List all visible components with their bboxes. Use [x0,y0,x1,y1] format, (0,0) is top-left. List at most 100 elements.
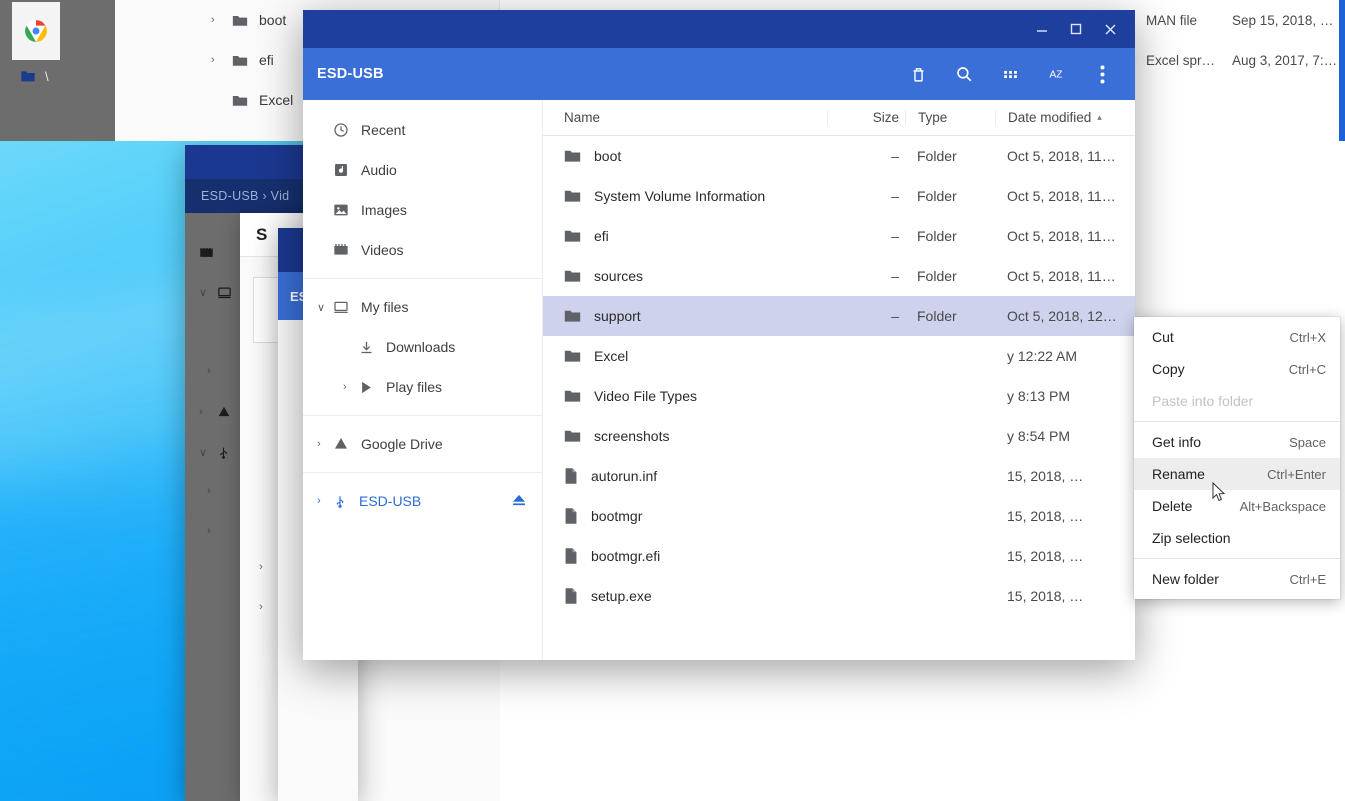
chevron-right-icon[interactable]: › [317,495,321,507]
files-app-window[interactable]: ESD-USB AZ Recent Audio Images Videos ∨ … [303,10,1340,660]
bottom-tree-label: efi [259,52,274,68]
menu-item-delete[interactable]: Delete Alt+Backspace [1134,490,1340,522]
chevron-right-icon: › [199,406,203,418]
sidebar-divider [303,278,542,279]
column-header-date-label: Date modified [1008,110,1092,125]
bg1-sidebar-item[interactable]: ∨ [199,285,232,300]
grid-view-icon[interactable] [997,61,1023,87]
bg1-sidebar-item[interactable]: › [207,365,216,377]
menu-item-label: Delete [1152,498,1193,514]
menu-item-zip-selection[interactable]: Zip selection [1134,522,1340,554]
bottom-taskbar-folder[interactable]: \ [18,68,49,84]
video-icon [199,245,214,260]
chevron-right-icon[interactable]: › [317,438,321,450]
file-date-cell: y 8:54 PM [1007,428,1071,444]
table-row[interactable]: bootmgr 15, 2018, … [543,496,1135,536]
sidebar-item-audio[interactable]: Audio [303,150,542,190]
sidebar-item-play-files[interactable]: › Play files [303,367,542,407]
column-headers: Name Size Type Date modified ▴ [543,100,1135,136]
sidebar-label: My files [361,299,409,315]
volume-title: ESD-USB [317,66,384,82]
menu-item-rename[interactable]: Rename Ctrl+Enter [1134,458,1340,490]
table-row[interactable]: support – Folder Oct 5, 2018, 12… [543,296,1135,336]
table-row[interactable]: efi – Folder Oct 5, 2018, 11… [543,216,1135,256]
sidebar-item-images[interactable]: Images [303,190,542,230]
maximize-button[interactable] [1059,13,1093,45]
search-icon[interactable] [951,61,977,87]
app-toolbar: ESD-USB AZ [303,48,1135,100]
bg1-sidebar-item[interactable]: › [199,405,231,419]
table-row[interactable]: boot – Folder Oct 5, 2018, 11… [543,136,1135,176]
table-row[interactable]: setup.exe 15, 2018, … [543,576,1135,616]
file-name-label: support [594,308,641,324]
menu-item-new-folder[interactable]: New folder Ctrl+E [1134,563,1340,595]
menu-item-label: Zip selection [1152,530,1231,546]
folder-icon [564,269,581,283]
image-icon [333,202,349,218]
table-row[interactable]: screenshots y 8:54 PM [543,416,1135,456]
menu-divider [1134,421,1340,422]
sidebar-divider [303,415,542,416]
bottom-taskbar-label: \ [45,68,49,84]
menu-item-get-info[interactable]: Get info Space [1134,426,1340,458]
table-row[interactable]: System Volume Information – Folder Oct 5, 2… [543,176,1135,216]
file-name-cell: setup.exe [543,587,827,605]
sidebar-item-my-files[interactable]: ∨ My files [303,287,542,327]
chevron-right-icon: › [207,485,211,497]
context-menu[interactable]: Cut Ctrl+X Copy Ctrl+C Paste into folder Get … [1134,317,1340,599]
file-type-cell: Folder [917,188,957,204]
table-row[interactable]: sources – Folder Oct 5, 2018, 11… [543,256,1135,296]
more-options-icon[interactable] [1089,61,1115,87]
menu-item-shortcut: Ctrl+Enter [1267,466,1326,482]
computer-icon [333,299,349,315]
bottom-file-type: Excel spr… [1146,52,1216,68]
delete-icon[interactable] [905,61,931,87]
table-row[interactable]: Excel y 12:22 AM [543,336,1135,376]
column-header-type[interactable]: Type [905,110,995,125]
sidebar-item-videos[interactable]: Videos [303,230,542,270]
folder-icon [564,309,581,323]
menu-item-shortcut: Ctrl+C [1288,361,1326,377]
sidebar-item-recent[interactable]: Recent [303,110,542,150]
menu-item-label: Copy [1152,361,1185,377]
sidebar-item-esd-usb[interactable]: › ESD-USB [303,481,542,521]
column-header-date[interactable]: Date modified ▴ [995,110,1135,125]
bg1-sidebar-item[interactable]: › [207,525,216,537]
menu-item-cut[interactable]: Cut Ctrl+X [1134,321,1340,353]
minimize-button[interactable] [1025,13,1059,45]
bottom-file-type: MAN file [1146,12,1198,28]
bottom-window-right-edge [1339,0,1345,141]
sort-az-icon[interactable]: AZ [1043,61,1069,87]
file-name-label: setup.exe [591,588,652,604]
chevron-down-icon: ∨ [199,287,208,299]
bg1-sidebar-item[interactable]: ∨ [199,445,230,460]
bg1-sidebar-item[interactable] [199,245,214,260]
chrome-icon[interactable] [12,2,60,60]
file-name-cell: sources [543,268,827,284]
eject-icon[interactable] [512,494,526,509]
sidebar-item-downloads[interactable]: Downloads [303,327,542,367]
column-header-name[interactable]: Name [543,110,827,125]
file-name-cell: screenshots [543,428,827,444]
chevron-right-icon[interactable]: › [343,381,347,393]
column-header-size[interactable]: Size [827,110,905,125]
bg1-sidebar-item[interactable]: › [207,485,216,497]
file-type-cell: Folder [917,308,957,324]
table-row[interactable]: autorun.inf 15, 2018, … [543,456,1135,496]
file-date-cell: y 12:22 AM [1007,348,1078,364]
window-titlebar [303,10,1135,48]
folder-icon [564,229,581,243]
video-icon [333,242,349,258]
folder-icon [564,189,581,203]
file-date-cell: 15, 2018, … [1007,548,1084,564]
file-icon [564,547,578,565]
menu-item-shortcut: Alt+Backspace [1239,498,1326,514]
menu-item-copy[interactable]: Copy Ctrl+C [1134,353,1340,385]
chevron-down-icon[interactable]: ∨ [317,301,325,314]
table-row[interactable]: bootmgr.efi 15, 2018, … [543,536,1135,576]
sidebar-label: Videos [361,242,404,258]
table-row[interactable]: Video File Types y 8:13 PM [543,376,1135,416]
close-button[interactable] [1093,13,1127,45]
sidebar-item-google-drive[interactable]: › Google Drive [303,424,542,464]
file-name-label: bootmgr [591,508,643,524]
